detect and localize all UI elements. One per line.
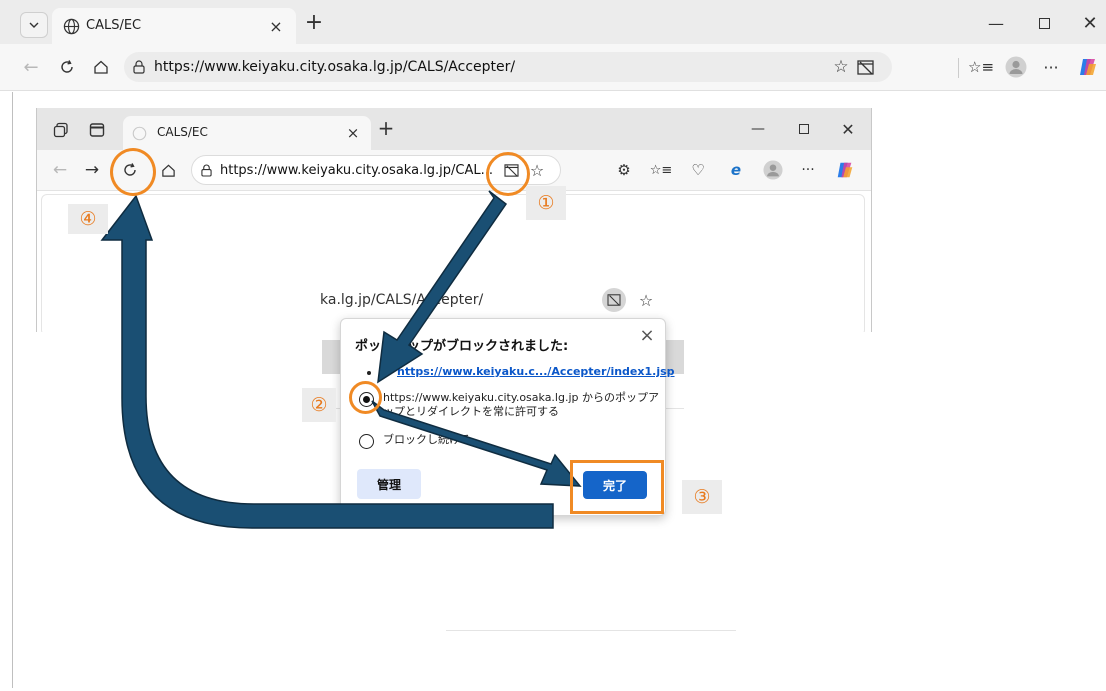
step1-label: ① — [526, 186, 566, 220]
arrow-step3 — [100, 194, 554, 529]
highlight-done-button — [570, 460, 664, 514]
arrow-step2 — [371, 400, 582, 487]
highlight-radio — [349, 381, 382, 414]
arrow-step1 — [377, 190, 508, 384]
highlight-refresh — [110, 148, 156, 196]
highlight-popup-icon — [486, 152, 530, 196]
step2-label: ② — [302, 388, 336, 422]
step3-label: ③ — [682, 480, 722, 514]
tutorial-arrows — [100, 190, 582, 529]
step4-label: ④ — [68, 204, 108, 234]
